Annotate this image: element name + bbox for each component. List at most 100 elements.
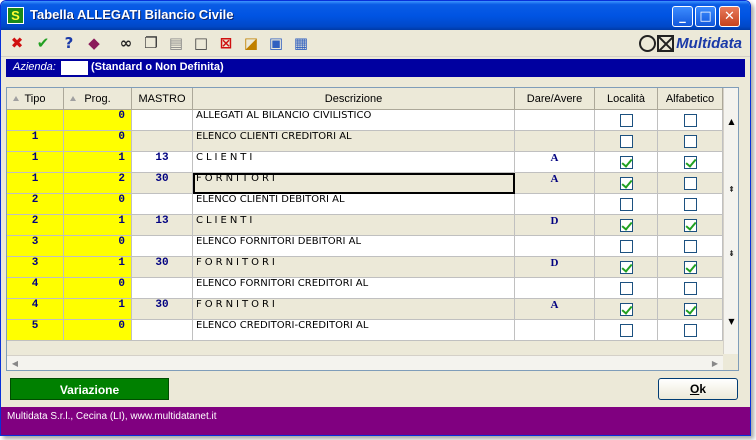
- scroll-down-icon[interactable]: ▼: [724, 314, 738, 330]
- horizontal-scrollbar[interactable]: ◀ ▶: [7, 355, 723, 370]
- table-row[interactable]: 2 0 ELENCO CLIENTI DEBITORI AL: [7, 194, 723, 215]
- alfabetico-checkbox[interactable]: [683, 240, 697, 253]
- help-question-icon[interactable]: ?: [60, 34, 78, 52]
- cell-alfabetico[interactable]: [658, 320, 723, 341]
- header-mastro[interactable]: MASTRO: [132, 88, 193, 110]
- localita-checkbox[interactable]: [619, 282, 633, 295]
- scroll-right-icon[interactable]: ▶: [707, 356, 723, 370]
- alfabetico-checkbox[interactable]: [683, 156, 697, 169]
- cell-tipo[interactable]: 2: [7, 194, 64, 215]
- cell-tipo[interactable]: 1: [7, 152, 64, 173]
- cell-mastro[interactable]: 30: [132, 257, 193, 278]
- cell-descrizione[interactable]: FORNITORI: [193, 299, 515, 320]
- cell-dare-avere[interactable]: A: [515, 173, 595, 194]
- cell-prog[interactable]: 1: [64, 152, 132, 173]
- scroll-up-icon[interactable]: ▲: [724, 114, 738, 130]
- localita-checkbox[interactable]: [619, 198, 633, 211]
- scroll-page-up-icon[interactable]: ⇞: [724, 182, 738, 198]
- localita-checkbox[interactable]: [619, 303, 633, 316]
- cell-alfabetico[interactable]: [658, 173, 723, 194]
- cell-descrizione[interactable]: CLIENTI: [193, 152, 515, 173]
- vertical-scrollbar[interactable]: ▲ ⇞ ⇟ ▼: [723, 88, 738, 354]
- cell-mastro[interactable]: [132, 110, 193, 131]
- cell-dare-avere[interactable]: [515, 110, 595, 131]
- cancel-record-icon[interactable]: ⊠: [217, 34, 235, 52]
- cell-localita[interactable]: [595, 110, 658, 131]
- cell-localita[interactable]: [595, 215, 658, 236]
- cell-tipo[interactable]: 2: [7, 215, 64, 236]
- alfabetico-checkbox[interactable]: [683, 261, 697, 274]
- binoculars-search-icon[interactable]: ∞: [117, 34, 135, 52]
- cell-descrizione[interactable]: ELENCO CLIENTI CREDITORI AL: [193, 131, 515, 152]
- cell-descrizione[interactable]: ALLEGATI AL BILANCIO CIVILISTICO: [193, 110, 515, 131]
- localita-checkbox[interactable]: [619, 219, 633, 232]
- confirm-check-icon[interactable]: ✔: [34, 34, 52, 52]
- table-row[interactable]: 5 0 ELENCO CREDITORI-CREDITORI AL: [7, 320, 723, 341]
- scroll-page-down-icon[interactable]: ⇟: [724, 246, 738, 262]
- cell-descrizione[interactable]: ELENCO FORNITORI DEBITORI AL: [193, 236, 515, 257]
- cell-dare-avere[interactable]: D: [515, 215, 595, 236]
- cell-localita[interactable]: [595, 278, 658, 299]
- cell-localita[interactable]: [595, 194, 658, 215]
- cell-mastro[interactable]: [132, 236, 193, 257]
- alfabetico-checkbox[interactable]: [683, 219, 697, 232]
- cell-descrizione[interactable]: ELENCO CREDITORI-CREDITORI AL: [193, 320, 515, 341]
- scroll-left-icon[interactable]: ◀: [7, 356, 23, 370]
- localita-checkbox[interactable]: [619, 324, 633, 337]
- cell-prog[interactable]: 1: [64, 215, 132, 236]
- cell-mastro[interactable]: 13: [132, 152, 193, 173]
- cell-descrizione[interactable]: FORNITORI: [193, 173, 515, 194]
- cell-descrizione[interactable]: ELENCO FORNITORI CREDITORI AL: [193, 278, 515, 299]
- cell-mastro[interactable]: [132, 320, 193, 341]
- cell-localita[interactable]: [595, 257, 658, 278]
- close-button[interactable]: ✕: [719, 6, 740, 27]
- cell-tipo[interactable]: 1: [7, 131, 64, 152]
- table-row[interactable]: 0 ALLEGATI AL BILANCIO CIVILISTICO: [7, 110, 723, 131]
- cell-mastro[interactable]: [132, 278, 193, 299]
- cell-mastro[interactable]: 13: [132, 215, 193, 236]
- cell-mastro[interactable]: [132, 194, 193, 215]
- cell-descrizione[interactable]: ELENCO CLIENTI DEBITORI AL: [193, 194, 515, 215]
- copy-icon[interactable]: ❐: [142, 34, 160, 52]
- cell-alfabetico[interactable]: [658, 215, 723, 236]
- cell-prog[interactable]: 0: [64, 110, 132, 131]
- alfabetico-checkbox[interactable]: [683, 324, 697, 337]
- cell-dare-avere[interactable]: D: [515, 257, 595, 278]
- cell-dare-avere[interactable]: [515, 194, 595, 215]
- cell-prog[interactable]: 2: [64, 173, 132, 194]
- export-icon[interactable]: ▦: [292, 34, 310, 52]
- cell-dare-avere[interactable]: [515, 278, 595, 299]
- cell-tipo[interactable]: 4: [7, 299, 64, 320]
- edit-ruler-icon[interactable]: ◪: [242, 34, 260, 52]
- cell-alfabetico[interactable]: [658, 110, 723, 131]
- cell-alfabetico[interactable]: [658, 278, 723, 299]
- ok-button[interactable]: Ok: [658, 378, 738, 400]
- cell-descrizione[interactable]: CLIENTI: [193, 215, 515, 236]
- header-prog[interactable]: Prog.: [64, 88, 132, 110]
- cell-mastro[interactable]: [132, 131, 193, 152]
- cell-prog[interactable]: 1: [64, 299, 132, 320]
- localita-checkbox[interactable]: [619, 135, 633, 148]
- alfabetico-checkbox[interactable]: [683, 303, 697, 316]
- cell-alfabetico[interactable]: [658, 152, 723, 173]
- cell-localita[interactable]: [595, 173, 658, 194]
- alfabetico-checkbox[interactable]: [683, 177, 697, 190]
- cell-localita[interactable]: [595, 131, 658, 152]
- delete-x-icon[interactable]: ✖: [8, 34, 26, 52]
- new-page-icon[interactable]: □: [192, 34, 210, 52]
- cell-localita[interactable]: [595, 320, 658, 341]
- window-tile-icon[interactable]: ▣: [267, 34, 285, 52]
- cell-alfabetico[interactable]: [658, 194, 723, 215]
- cell-prog[interactable]: 0: [64, 236, 132, 257]
- localita-checkbox[interactable]: [619, 114, 633, 127]
- table-row[interactable]: 1 1 13 CLIENTI A: [7, 152, 723, 173]
- cell-localita[interactable]: [595, 152, 658, 173]
- localita-checkbox[interactable]: [619, 240, 633, 253]
- table-row[interactable]: 1 2 30 FORNITORI A: [7, 173, 723, 194]
- table-row[interactable]: 2 1 13 CLIENTI D: [7, 215, 723, 236]
- header-tipo[interactable]: Tipo: [7, 88, 64, 110]
- cell-tipo[interactable]: 1: [7, 173, 64, 194]
- cell-mastro[interactable]: 30: [132, 173, 193, 194]
- paste-icon[interactable]: ▤: [167, 34, 185, 52]
- header-descrizione[interactable]: Descrizione: [193, 88, 515, 110]
